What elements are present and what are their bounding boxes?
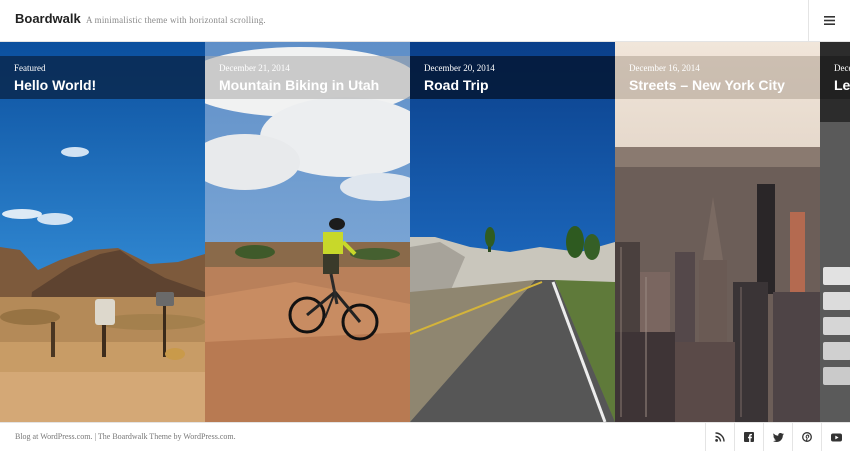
post-image-keyboard: [820, 42, 850, 422]
post-meta: December 20, 2014: [424, 63, 495, 73]
post-title[interactable]: Mountain Biking in Utah: [219, 77, 396, 93]
post-meta: Dece: [834, 63, 850, 73]
post-panel-partial[interactable]: Dece Lea: [820, 42, 850, 422]
youtube-icon: [830, 433, 842, 441]
rss-link[interactable]: [705, 423, 734, 451]
post-meta: Featured: [14, 63, 46, 73]
post-panel-mountain-biking[interactable]: December 21, 2014 Mountain Biking in Uta…: [205, 42, 410, 422]
post-caption: December 20, 2014 Road Trip: [410, 56, 615, 99]
post-meta: December 21, 2014: [219, 63, 290, 73]
footer-credits: Blog at WordPress.com. | The Boardwalk T…: [15, 432, 236, 441]
hamburger-menu-icon: [824, 16, 835, 25]
facebook-icon: [744, 432, 754, 442]
youtube-link[interactable]: [821, 423, 850, 451]
theme-link[interactable]: The Boardwalk Theme by WordPress.com.: [98, 432, 236, 441]
post-panel-hello-world[interactable]: Featured Hello World!: [0, 42, 205, 422]
rss-icon: [715, 432, 725, 442]
post-meta: December 16, 2014: [629, 63, 700, 73]
wordpress-link[interactable]: Blog at WordPress.com.: [15, 432, 92, 441]
post-caption: December 16, 2014 Streets – New York Cit…: [615, 56, 820, 99]
post-image-new-york: [615, 42, 820, 422]
site-description: A minimalistic theme with horizontal scr…: [86, 15, 266, 25]
post-image-desert: [0, 42, 205, 422]
twitter-link[interactable]: [763, 423, 792, 451]
post-image-mountain-biking: [205, 42, 410, 422]
post-title[interactable]: Road Trip: [424, 77, 601, 93]
post-caption: December 21, 2014 Mountain Biking in Uta…: [205, 56, 410, 99]
post-image-road: [410, 42, 615, 422]
pinterest-icon: [802, 432, 812, 442]
post-panel-new-york[interactable]: December 16, 2014 Streets – New York Cit…: [615, 42, 820, 422]
post-title[interactable]: Lea: [834, 77, 850, 93]
menu-toggle-button[interactable]: [808, 0, 850, 41]
post-caption: Dece Lea: [820, 56, 850, 99]
pinterest-link[interactable]: [792, 423, 821, 451]
post-title[interactable]: Streets – New York City: [629, 77, 806, 93]
post-panel-road-trip[interactable]: December 20, 2014 Road Trip: [410, 42, 615, 422]
site-footer: Blog at WordPress.com. | The Boardwalk T…: [0, 422, 850, 451]
post-caption: Featured Hello World!: [0, 56, 205, 99]
twitter-icon: [772, 432, 784, 442]
site-title[interactable]: Boardwalk: [15, 11, 81, 26]
facebook-link[interactable]: [734, 423, 763, 451]
social-links: [705, 423, 850, 451]
post-strip[interactable]: Featured Hello World! December 21, 2014 …: [0, 42, 850, 422]
post-title[interactable]: Hello World!: [14, 77, 191, 93]
site-header: Boardwalk A minimalistic theme with hori…: [0, 0, 850, 42]
